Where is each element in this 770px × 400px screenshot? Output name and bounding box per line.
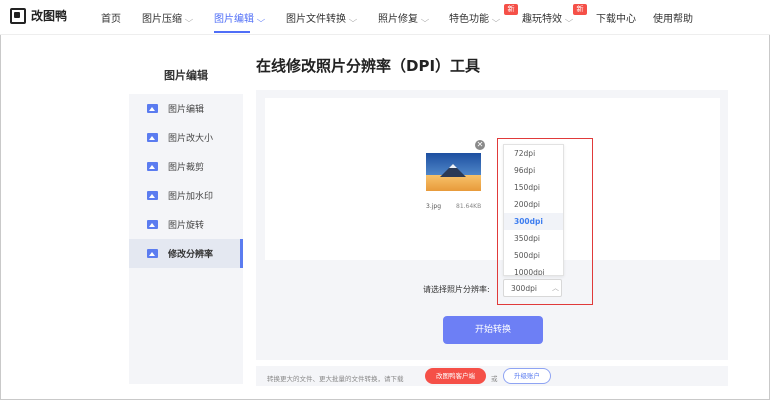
logo-icon <box>10 7 26 24</box>
dpi-option[interactable]: 350dpi <box>504 230 563 247</box>
thumbnail-clouds <box>426 175 481 191</box>
file-size: 81.64KB <box>456 203 482 210</box>
sidebar-item-crop[interactable]: 图片裁剪 <box>129 152 243 181</box>
chevron-down-icon: ⌵ <box>564 15 574 24</box>
sidebar-item-label: 图片旋转 <box>168 221 205 231</box>
top-nav-bar: 改图鸭 首页 图片压缩 ⌵ 图片编辑 ⌵ 图片文件转换 ⌵ 照片修复 ⌵ 特色功能 ⌵ 新… <box>0 0 770 35</box>
sidebar-item-label: 图片改大小 <box>168 134 214 144</box>
nav-label: 特色功能 <box>449 14 489 25</box>
upgrade-account-button[interactable]: 升级账户 <box>503 368 551 384</box>
dpi-option-label: 72dpi <box>514 149 536 158</box>
sidebar-item-watermark[interactable]: 图片加水印 <box>129 181 243 210</box>
nav-label: 图片编辑 <box>214 14 254 25</box>
image-icon <box>147 220 158 229</box>
dpi-option-label: 200dpi <box>514 200 540 209</box>
dpi-option[interactable]: 500dpi <box>504 247 563 264</box>
dpi-dropdown-list: 72dpi 96dpi 150dpi 200dpi 300dpi 350dpi … <box>503 144 564 276</box>
chevron-up-icon: ︿ <box>552 284 559 292</box>
upload-area[interactable] <box>265 98 720 260</box>
close-icon[interactable]: ✕ <box>475 140 485 150</box>
dpi-option-label: 300dpi <box>514 217 543 226</box>
sidebar-item-label: 图片裁剪 <box>168 163 205 173</box>
nav-photo-repair[interactable]: 照片修复 ⌵ <box>378 10 430 25</box>
new-badge: 新 <box>573 4 587 15</box>
nav-label: 照片修复 <box>378 14 418 25</box>
sidebar-item-image-edit[interactable]: 图片编辑 <box>129 94 243 123</box>
sidebar-item-resize[interactable]: 图片改大小 <box>129 123 243 152</box>
dpi-option[interactable]: 72dpi <box>504 145 563 162</box>
image-thumbnail <box>426 153 481 191</box>
file-name: 3.jpg <box>426 203 442 210</box>
dpi-option[interactable]: 150dpi <box>504 179 563 196</box>
chevron-down-icon: ⌵ <box>348 15 358 24</box>
dpi-option-label: 1000dpi <box>514 268 545 276</box>
dpi-option[interactable]: 1000dpi <box>504 264 563 276</box>
dpi-option-label: 350dpi <box>514 234 540 243</box>
nav-label: 图片压缩 <box>142 14 182 25</box>
nav-image-edit[interactable]: 图片编辑 ⌵ <box>214 10 266 25</box>
thumbnail-snowcap <box>449 164 457 168</box>
dpi-option-label: 150dpi <box>514 183 540 192</box>
chevron-down-icon: ⌵ <box>491 15 501 24</box>
dpi-select[interactable]: 300dpi ︿ <box>503 279 562 297</box>
nav-features[interactable]: 特色功能 ⌵ <box>449 10 501 25</box>
nav-download-center[interactable]: 下载中心 <box>596 10 636 25</box>
dpi-option[interactable]: 200dpi <box>504 196 563 213</box>
nav-label: 趣玩特效 <box>522 14 562 25</box>
download-notice-text: 转换更大的文件、更大批量的文件转换，请下载 <box>267 375 404 383</box>
image-icon <box>147 133 158 142</box>
sidebar-item-resolution[interactable]: 修改分辨率 <box>129 239 243 268</box>
or-text: 或 <box>491 375 498 383</box>
start-convert-button[interactable]: 开始转换 <box>443 316 543 344</box>
sidebar-item-rotate[interactable]: 图片旋转 <box>129 210 243 239</box>
nav-fun-effects[interactable]: 趣玩特效 ⌵ <box>522 10 574 25</box>
active-nav-indicator <box>214 31 250 33</box>
chevron-down-icon: ⌵ <box>256 15 266 24</box>
logo[interactable]: 改图鸭 <box>10 7 67 24</box>
logo-text: 改图鸭 <box>31 9 68 23</box>
sidebar-item-label: 图片加水印 <box>168 192 214 202</box>
chevron-down-icon: ⌵ <box>420 15 430 24</box>
nav-image-compress[interactable]: 图片压缩 ⌵ <box>142 10 194 25</box>
download-client-button[interactable]: 改图鸭客户端 <box>425 368 486 384</box>
sidebar-title: 图片编辑 <box>164 69 208 82</box>
nav-help[interactable]: 使用帮助 <box>653 10 693 25</box>
image-icon <box>147 191 158 200</box>
dpi-label: 请选择照片分辨率: <box>423 285 490 294</box>
sidebar-item-label: 图片编辑 <box>168 105 205 115</box>
dpi-option-label: 500dpi <box>514 251 540 260</box>
dpi-option-label: 96dpi <box>514 166 536 175</box>
nav-file-convert[interactable]: 图片文件转换 ⌵ <box>286 10 358 25</box>
nav-label: 图片文件转换 <box>286 14 346 25</box>
image-icon <box>147 104 158 113</box>
image-icon <box>147 249 158 258</box>
dpi-select-value: 300dpi <box>511 284 537 293</box>
dpi-option-selected[interactable]: 300dpi <box>504 213 563 230</box>
page-title: 在线修改照片分辨率（DPI）工具 <box>256 57 481 75</box>
sidebar-item-label: 修改分辨率 <box>168 250 214 260</box>
new-badge: 新 <box>504 4 518 15</box>
nav-home[interactable]: 首页 <box>101 10 121 25</box>
chevron-down-icon: ⌵ <box>184 15 194 24</box>
image-icon <box>147 162 158 171</box>
dpi-option[interactable]: 96dpi <box>504 162 563 179</box>
sidebar: 图片编辑 图片改大小 图片裁剪 图片加水印 图片旋转 修改分辨率 <box>129 94 243 384</box>
